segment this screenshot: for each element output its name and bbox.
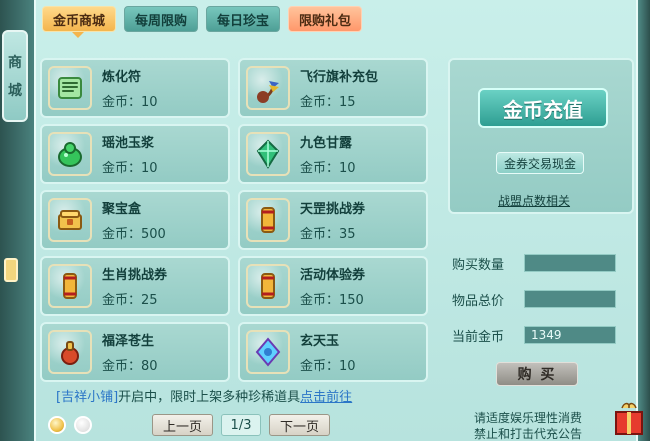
item-card[interactable]: 炼化符 金币：10 — [40, 58, 230, 118]
alliance-points-link[interactable]: 战盟点数相关 — [498, 192, 570, 209]
item-name: 九色甘露 — [300, 136, 353, 151]
sidebar-tab-char-1: 商 — [8, 55, 22, 71]
shop-tabs: 金币商城 每周限购 每日珍宝 限购礼包 — [42, 6, 363, 32]
item-name: 飞行旗补充包 — [300, 70, 379, 85]
item-card[interactable]: 聚宝盒 金币：500 — [40, 190, 230, 250]
prev-page-button[interactable]: 上一页 — [152, 414, 214, 436]
item-card[interactable]: 九色甘露 金币：10 — [238, 124, 428, 184]
item-price: 金币：10 — [102, 95, 158, 110]
tab-daily-treasure[interactable]: 每日珍宝 — [206, 6, 281, 32]
page-indicator: 1/3 — [221, 414, 262, 436]
next-page-label: 下一页 — [280, 419, 320, 435]
total-price-label: 物品总价 — [452, 294, 505, 309]
notice-link[interactable]: 点击前往 — [300, 390, 352, 405]
item-card[interactable]: 瑶池玉浆 金币：10 — [40, 124, 230, 184]
item-card[interactable]: 活动体验券 金币：150 — [238, 256, 428, 316]
talisman-icon — [48, 66, 92, 110]
page-indicator-text: 1/3 — [230, 417, 252, 433]
page-dot-gold[interactable] — [48, 416, 66, 434]
item-name: 聚宝盒 — [102, 202, 142, 217]
item-card[interactable]: 飞行旗补充包 金币：15 — [238, 58, 428, 118]
quantity-label: 购买数量 — [452, 258, 505, 273]
voucher-trade-button[interactable]: 金券交易现金 — [496, 152, 584, 174]
tab-label: 限购礼包 — [299, 13, 352, 29]
prev-page-label: 上一页 — [163, 419, 203, 435]
tab-label: 金币商城 — [53, 13, 106, 29]
item-price: 金币：10 — [300, 359, 356, 374]
item-card[interactable]: 玄天玉 金币：10 — [238, 322, 428, 382]
sidebar-tab-shop[interactable]: 商 城 — [2, 30, 28, 122]
item-grid: 炼化符 金币：10 飞行旗补充包 金币：15 瑶池玉浆 金币：10 九色甘露 金… — [40, 58, 428, 382]
pager-dots — [48, 416, 92, 434]
item-card[interactable]: 天罡挑战券 金币：35 — [238, 190, 428, 250]
item-price: 金币：10 — [300, 161, 356, 176]
scroll-icon — [246, 198, 290, 242]
scroll-icon — [48, 264, 92, 308]
next-page-button[interactable]: 下一页 — [269, 414, 331, 436]
footer-line-2: 禁止和打击代充公告 — [474, 427, 583, 441]
green-gourd-icon — [48, 132, 92, 176]
item-name: 活动体验券 — [300, 268, 366, 283]
right-frame-edge — [638, 0, 650, 441]
page-dot-white[interactable] — [74, 416, 92, 434]
item-name: 天罡挑战券 — [300, 202, 366, 217]
treasure-box-icon — [48, 198, 92, 242]
footer-notice: 请适度娱乐理性消费 禁止和打击代充公告 — [474, 410, 634, 441]
item-price: 金币：25 — [102, 293, 158, 308]
gourd-bottle-icon — [48, 330, 92, 374]
buy-button-label: 购 买 — [517, 367, 557, 383]
tab-label: 每周限购 — [135, 13, 188, 29]
blue-gem-icon — [246, 330, 290, 374]
notice-bracket-text: [吉祥小铺] — [56, 390, 119, 405]
active-tab-pointer — [72, 32, 84, 38]
buy-button[interactable]: 购 买 — [496, 362, 578, 386]
pager: 上一页 1/3 下一页 — [152, 414, 331, 436]
sidebar-tab-char-2: 城 — [8, 83, 22, 99]
item-price: 金币：15 — [300, 95, 356, 110]
gold-recharge-label: 金币充值 — [503, 97, 583, 122]
gift-icon[interactable] — [612, 398, 646, 438]
green-crystal-icon — [246, 132, 290, 176]
item-card[interactable]: 生肖挑战券 金币：25 — [40, 256, 230, 316]
notice-middle-text: 开启中，限时上架多种珍稀道具 — [118, 390, 301, 405]
tab-label: 每日珍宝 — [217, 13, 270, 29]
item-price: 金币：500 — [102, 227, 166, 242]
tab-limited-gift[interactable]: 限购礼包 — [288, 6, 363, 32]
recharge-card: 金币充值 金券交易现金 战盟点数相关 — [448, 58, 634, 214]
gold-recharge-button[interactable]: 金币充值 — [478, 88, 608, 128]
footer-line-1: 请适度娱乐理性消费 — [474, 411, 583, 425]
tab-weekly-limited[interactable]: 每周限购 — [124, 6, 199, 32]
current-gold-label: 当前金币 — [452, 330, 505, 345]
item-price: 金币：35 — [300, 227, 356, 242]
item-name: 生肖挑战券 — [102, 268, 168, 283]
item-name: 福泽苍生 — [102, 334, 155, 349]
item-card[interactable]: 福泽苍生 金币：80 — [40, 322, 230, 382]
scroll-icon — [246, 264, 290, 308]
total-price-field — [524, 290, 616, 308]
item-price: 金币：80 — [102, 359, 158, 374]
item-name: 玄天玉 — [300, 334, 340, 349]
item-name: 炼化符 — [102, 70, 142, 85]
voucher-trade-label: 金券交易现金 — [503, 156, 576, 171]
side-small-button[interactable] — [4, 258, 18, 282]
quantity-field[interactable] — [524, 254, 616, 272]
current-gold-field: 1349 — [524, 326, 616, 344]
item-price: 金币：10 — [102, 161, 158, 176]
tab-gold-shop[interactable]: 金币商城 — [42, 6, 117, 32]
shop-notice: [吉祥小铺]开启中，限时上架多种珍稀道具点击前往 — [56, 386, 396, 405]
item-price: 金币：150 — [300, 293, 364, 308]
item-name: 瑶池玉浆 — [102, 136, 155, 151]
flag-pack-icon — [246, 66, 290, 110]
